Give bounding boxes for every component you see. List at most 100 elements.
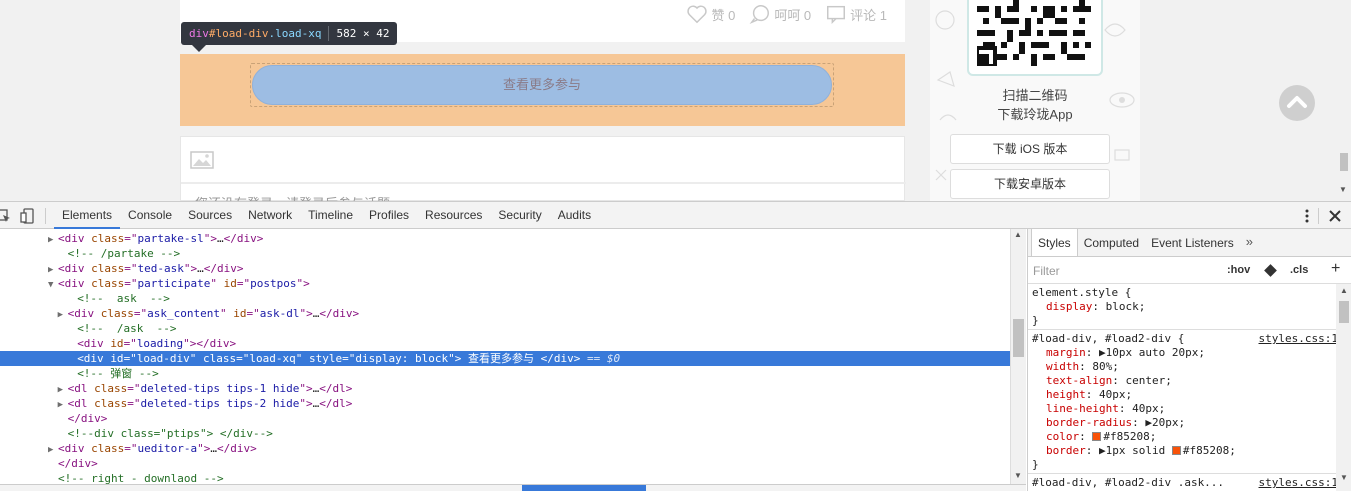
comment-button[interactable]: 评论 1 — [825, 3, 887, 25]
dom-node[interactable]: </div> — [0, 456, 1010, 471]
style-rule: element.style {display: block;} — [1028, 286, 1338, 328]
tab-sources[interactable]: Sources — [180, 202, 240, 229]
dom-token: "> — [299, 382, 313, 395]
dom-token: <div — [58, 232, 92, 245]
tab-timeline[interactable]: Timeline — [300, 202, 361, 229]
dom-node[interactable]: ▶ <dl class="deleted-tips tips-2 hide">…<… — [0, 396, 1010, 411]
scroll-down-arrow-icon[interactable]: ▼ — [1014, 471, 1022, 480]
styles-scroll-thumb[interactable] — [1339, 301, 1349, 323]
element-state-icon[interactable] — [1264, 264, 1277, 277]
dom-node[interactable]: <!-- /ask --> — [0, 321, 1010, 336]
page-scroll-thumb[interactable] — [1340, 153, 1348, 171]
style-property[interactable]: width: 80%; — [1032, 360, 1338, 374]
dom-token: " — [189, 352, 204, 365]
dom-node[interactable]: </div> — [0, 411, 1010, 426]
rule-source-link[interactable]: styles.css:1 — [1259, 332, 1338, 345]
more-options-icon[interactable] — [1299, 208, 1315, 224]
dom-node[interactable]: <!--div class="ptips"> </div--> — [0, 426, 1010, 441]
dom-token: "> — [448, 352, 462, 365]
dom-token: </div> — [223, 232, 264, 245]
close-icon[interactable] — [1327, 208, 1343, 224]
scroll-up-arrow-icon[interactable]: ▲ — [1340, 286, 1348, 295]
property-value: block; — [1105, 300, 1146, 313]
dom-node[interactable]: ▶ <dl class="deleted-tips tips-1 hide">…<… — [0, 381, 1010, 396]
dom-token: <div — [77, 337, 111, 350]
dom-node[interactable]: <!-- /partake --> — [0, 246, 1010, 261]
like-button[interactable]: 赞 0 — [686, 3, 735, 25]
tooltip-arrow — [192, 45, 206, 52]
image-icon[interactable] — [190, 151, 214, 169]
color-swatch-icon[interactable] — [1092, 432, 1102, 441]
style-property[interactable]: border-radius: ▶20px; — [1032, 416, 1338, 430]
style-property[interactable]: border: ▶1px solid #f85208; — [1032, 444, 1338, 458]
property-name: display — [1046, 300, 1093, 313]
hehe-button[interactable]: 呵呵 0 — [749, 3, 811, 25]
dom-token: "> — [197, 442, 211, 455]
property-value: #f85208; — [1182, 444, 1236, 457]
ios-download-button[interactable]: 下载 iOS 版本 — [950, 134, 1110, 164]
dom-token: =" — [127, 397, 141, 410]
color-swatch-icon[interactable] — [1171, 446, 1181, 455]
elements-scroll-thumb[interactable] — [1013, 319, 1024, 357]
element-highlight-overlay: 查看更多参与 — [180, 54, 905, 126]
style-property[interactable]: margin: ▶10px auto 20px; — [1032, 346, 1338, 360]
tab-computed[interactable]: Computed — [1078, 229, 1145, 256]
dom-node[interactable]: ▶ <div class="ted-ask">…</div> — [0, 261, 1010, 276]
new-rule-icon[interactable]: + — [1331, 260, 1340, 278]
property-colon: : — [1085, 444, 1099, 457]
dom-node[interactable]: ▶ <div class="ask_content" id="ask-dl">…<… — [0, 306, 1010, 321]
load-more-button[interactable]: 查看更多参与 — [252, 65, 832, 105]
scroll-to-top-button[interactable] — [1279, 85, 1315, 121]
styles-scrollbar[interactable]: ▲ ▼ — [1336, 284, 1351, 491]
style-rule: #load-div, #load2-div .ask... styles.css:… — [1028, 476, 1338, 490]
tab-event-listeners[interactable]: Event Listeners — [1145, 229, 1240, 256]
tab-security[interactable]: Security — [490, 202, 549, 229]
dom-node[interactable]: <!-- 弹窗 --> — [0, 366, 1010, 381]
dom-node-selected[interactable]: <div id="load-div" class="load-xq" style… — [0, 351, 1010, 366]
more-tabs-icon[interactable]: » — [1240, 229, 1259, 256]
rule-selector[interactable]: element.style { — [1032, 286, 1338, 300]
hover-state-toggle[interactable]: :hov — [1227, 264, 1250, 276]
style-property[interactable]: line-height: 40px; — [1032, 402, 1338, 416]
dom-node[interactable]: <!-- ask --> — [0, 291, 1010, 306]
device-mode-icon[interactable] — [20, 208, 36, 224]
style-property[interactable]: color: #f85208; — [1032, 430, 1338, 444]
page-scrollbar[interactable]: ▼ — [1335, 0, 1351, 201]
property-value: ▶20px; — [1145, 416, 1186, 429]
tab-profiles[interactable]: Profiles — [361, 202, 417, 229]
style-property[interactable]: display: block; — [1032, 300, 1338, 314]
tab-console[interactable]: Console — [120, 202, 180, 229]
style-property[interactable]: height: 40px; — [1032, 388, 1338, 402]
dom-node[interactable]: ▼ <div class="participate" id="postpos"> — [0, 276, 1010, 291]
dom-token: "> — [183, 337, 197, 350]
dom-node[interactable]: <div id="loading"></div> — [0, 336, 1010, 351]
inspect-cursor-icon[interactable] — [0, 208, 12, 224]
styles-filter-bar: Filter :hov .cls + — [1028, 257, 1351, 284]
dom-token: class — [94, 382, 128, 395]
breadcrumb-selected[interactable] — [522, 485, 646, 491]
style-property[interactable]: text-align: center; — [1032, 374, 1338, 388]
dom-node[interactable]: ▶ <div class="ueditor-a">…</div> — [0, 441, 1010, 456]
elements-scrollbar[interactable]: ▲ ▼ — [1010, 229, 1026, 484]
scroll-down-arrow-icon[interactable]: ▼ — [1339, 185, 1347, 194]
android-download-button[interactable]: 下载安卓版本 — [950, 169, 1110, 199]
tab-audits[interactable]: Audits — [550, 202, 599, 229]
scroll-up-arrow-icon[interactable]: ▲ — [1014, 230, 1022, 239]
property-name: color — [1046, 430, 1080, 443]
rule-source-link[interactable]: styles.css:1 — [1259, 476, 1338, 489]
filter-input[interactable]: Filter — [1033, 264, 1060, 278]
dom-node[interactable]: ▶ <div class="partake-sl">…</div> — [0, 231, 1010, 246]
dom-token: =" — [124, 262, 138, 275]
class-toggle[interactable]: .cls — [1290, 264, 1308, 276]
tab-network[interactable]: Network — [240, 202, 300, 229]
scroll-down-arrow-icon[interactable]: ▼ — [1340, 473, 1348, 482]
elements-tree[interactable]: ▶ <div class="partake-sl">…</div> <!-- /pa… — [0, 229, 1010, 491]
dom-token: <div — [58, 277, 92, 290]
property-name: margin — [1046, 346, 1086, 359]
tab-resources[interactable]: Resources — [417, 202, 490, 229]
tab-elements[interactable]: Elements — [54, 202, 121, 229]
dom-token: </div> — [203, 262, 244, 275]
tab-styles[interactable]: Styles — [1031, 229, 1078, 256]
card-divider — [181, 182, 906, 184]
property-value: center; — [1125, 374, 1172, 387]
